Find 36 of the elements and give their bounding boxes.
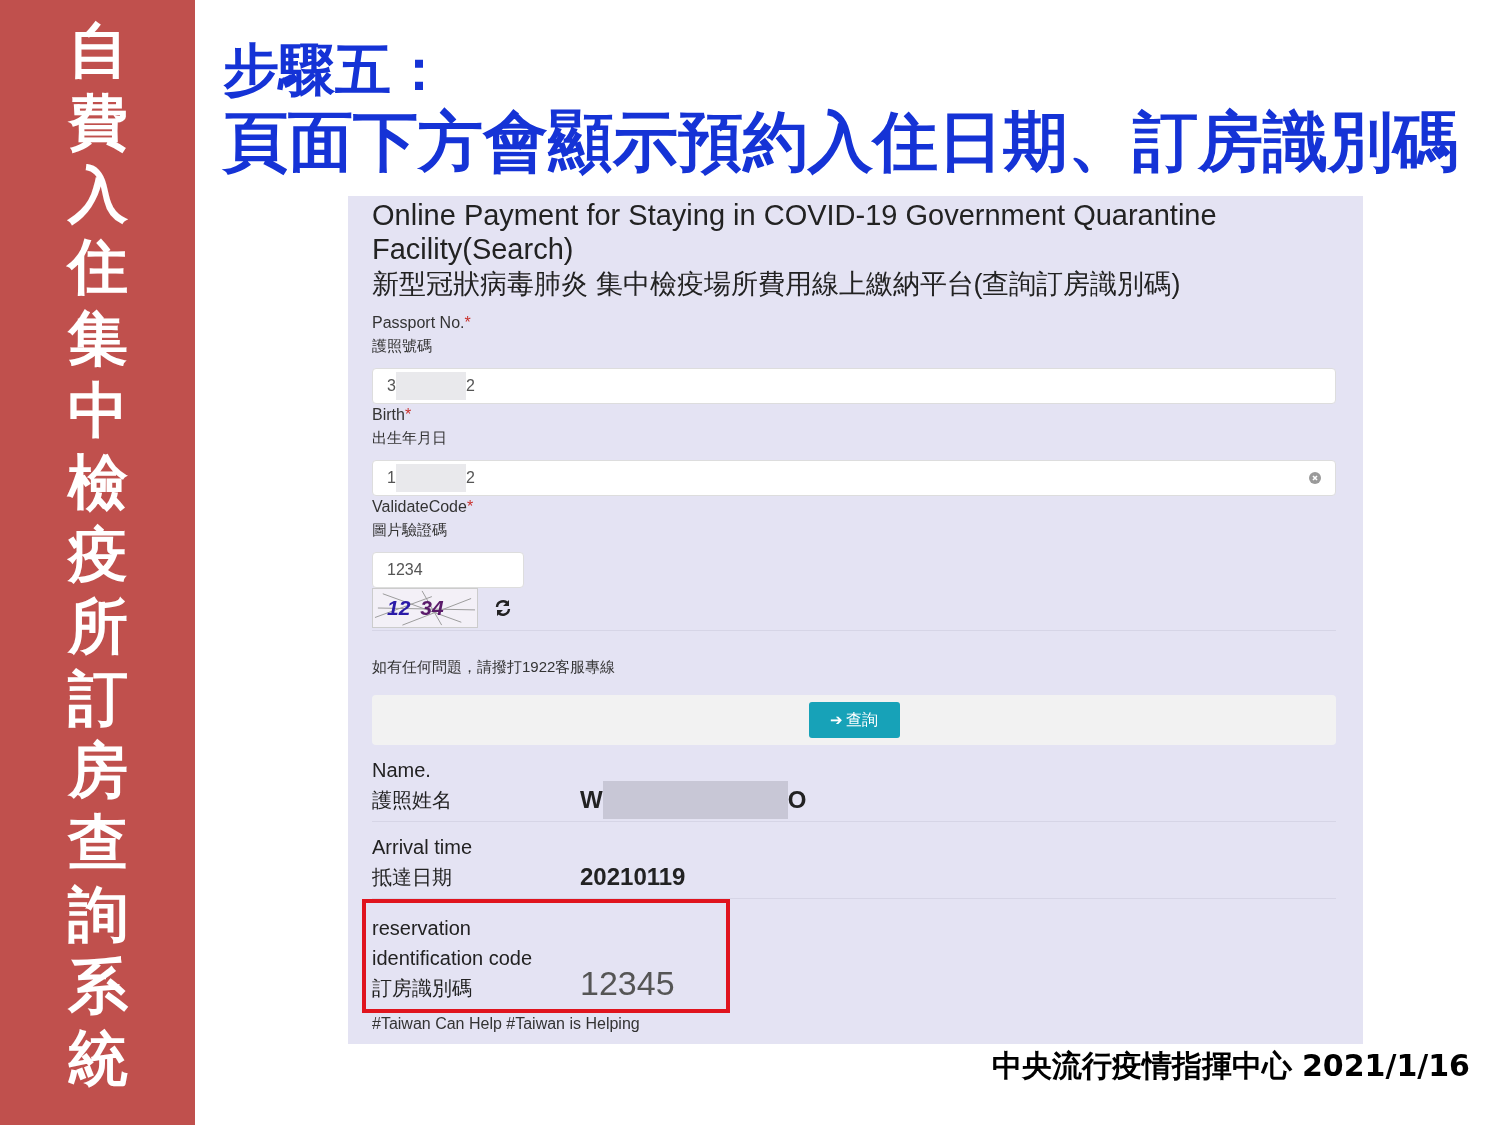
clear-icon[interactable] <box>1309 472 1321 484</box>
value-text: 12345 <box>580 964 675 1003</box>
value-text: 1234 <box>387 561 423 579</box>
result-label: 抵達日期 <box>372 865 452 890</box>
result-label: Arrival time <box>372 835 472 860</box>
value-text: O <box>787 786 807 814</box>
result-label: Name. <box>372 758 431 783</box>
result-label: reservation <box>372 916 471 941</box>
help-text: 如有任何問題，請撥打1922客服專線 <box>372 657 616 677</box>
value-text: 2 <box>465 377 475 395</box>
result-label: identification code <box>372 946 533 971</box>
input-field[interactable]: 3 2 <box>372 368 1336 404</box>
result-label: 訂房識別碼 <box>372 976 472 1001</box>
field-label-chinese: 護照號碼 <box>372 336 432 356</box>
field-label: ValidateCode* <box>372 497 474 517</box>
value-text: 2 <box>465 469 475 487</box>
value-text: 1 <box>387 469 396 487</box>
field-label-chinese: 圖片驗證碼 <box>372 520 447 540</box>
input-field[interactable]: 1 2 <box>372 460 1336 496</box>
page-title: Online Payment for Staying in COVID-19 Government Quarantine Facility(Search) <box>372 198 1218 266</box>
captcha-image: 12 34 <box>372 588 478 628</box>
field-label: Passport No.* <box>372 313 471 333</box>
vertical-title: 自費入住集中檢疫所訂房查詢系統 <box>67 14 128 1094</box>
step-heading: 步驟五： <box>223 38 447 102</box>
input-field[interactable]: 1234 <box>372 552 524 588</box>
footer-text: #Taiwan Can Help #Taiwan is Helping <box>372 1015 640 1033</box>
field-label-chinese: 出生年月日 <box>372 428 447 448</box>
value-text: 20210119 <box>580 863 686 891</box>
page-title-chinese: 新型冠狀病毒肺炎 集中檢疫場所費用線上繳納平台(查詢訂房識別碼) <box>372 268 1182 301</box>
value-text: 3 <box>387 377 396 395</box>
value-text: W <box>580 786 603 814</box>
refresh-icon[interactable] <box>494 599 512 617</box>
result-label: 護照姓名 <box>372 788 452 813</box>
field-label: Birth* <box>372 405 412 425</box>
credit-text: 中央流行疫情指揮中心 2021/1/16 <box>991 1047 1470 1085</box>
slide-heading: 頁面下方會顯示預約入住日期、訂房識別碼 <box>223 103 1458 181</box>
